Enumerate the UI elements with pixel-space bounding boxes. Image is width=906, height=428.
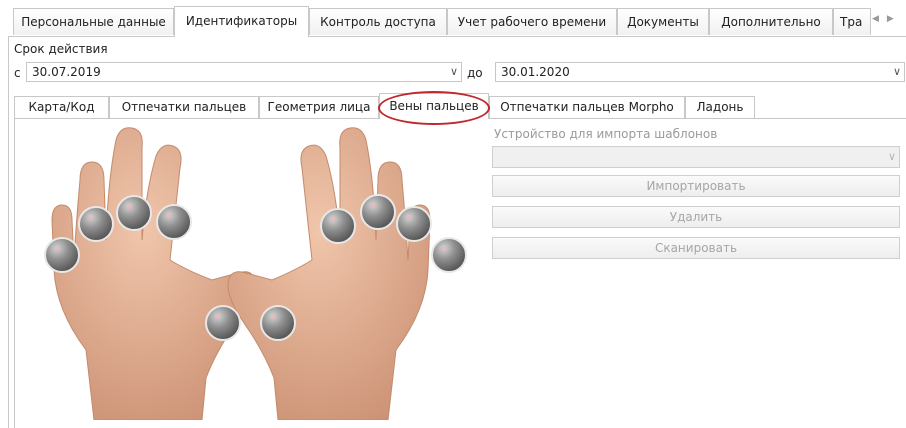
chevron-down-icon[interactable]: ∨: [888, 150, 896, 163]
validity-title: Срок действия: [14, 42, 108, 56]
tab-time-tracking[interactable]: Учет рабочего времени: [447, 8, 617, 35]
left-hand: [51, 127, 255, 420]
tab-personal-data[interactable]: Персональные данные: [13, 8, 174, 35]
from-date-field[interactable]: 30.07.2019 ∨: [26, 62, 462, 82]
tab-truncated[interactable]: Тра: [833, 8, 871, 35]
tab-card-code[interactable]: Карта/Код: [14, 96, 109, 118]
chevron-down-icon[interactable]: ∨: [893, 63, 901, 81]
left-thumb-marker[interactable]: [205, 305, 241, 341]
right-ring-finger-marker[interactable]: [396, 206, 432, 242]
tab-palm[interactable]: Ладонь: [685, 96, 755, 118]
tab-access-control[interactable]: Контроль доступа: [309, 8, 447, 35]
from-date-value: 30.07.2019: [32, 65, 101, 79]
right-thumb-marker[interactable]: [260, 305, 296, 341]
delete-button[interactable]: Удалить: [492, 206, 900, 228]
device-select[interactable]: ∨: [492, 146, 900, 168]
device-label: Устройство для импорта шаблонов: [494, 127, 718, 141]
chevron-left-icon[interactable]: ◀: [872, 14, 887, 24]
tab-identifiers[interactable]: Идентификаторы: [174, 6, 309, 37]
chevron-right-icon[interactable]: ▶: [887, 14, 902, 24]
scan-button[interactable]: Сканировать: [492, 237, 900, 259]
right-middle-finger-marker[interactable]: [360, 194, 396, 230]
to-date-value: 30.01.2020: [501, 65, 570, 79]
tab-documents[interactable]: Документы: [617, 8, 709, 35]
right-little-finger-marker[interactable]: [431, 237, 467, 273]
tab-fingerprints[interactable]: Отпечатки пальцев: [109, 96, 259, 118]
tab-fingerprints-morpho[interactable]: Отпечатки пальцев Morpho: [489, 96, 685, 118]
tab-scroll-arrows[interactable]: ◀▶: [872, 14, 902, 24]
right-hand: [227, 127, 431, 420]
tab-additional[interactable]: Дополнительно: [709, 8, 833, 35]
import-button[interactable]: Импортировать: [492, 175, 900, 197]
tab-face-geometry[interactable]: Геометрия лица: [259, 96, 379, 118]
to-date-field[interactable]: 30.01.2020 ∨: [495, 62, 905, 82]
left-little-finger-marker[interactable]: [44, 237, 80, 273]
left-middle-finger-marker[interactable]: [116, 195, 152, 231]
left-index-finger-marker[interactable]: [156, 204, 192, 240]
chevron-down-icon[interactable]: ∨: [450, 63, 458, 81]
left-ring-finger-marker[interactable]: [78, 206, 114, 242]
right-index-finger-marker[interactable]: [320, 208, 356, 244]
to-label: до: [467, 66, 483, 80]
tab-finger-veins[interactable]: Вены пальцев: [379, 93, 489, 119]
from-label: с: [14, 66, 21, 80]
hands-illustration: [44, 127, 467, 420]
